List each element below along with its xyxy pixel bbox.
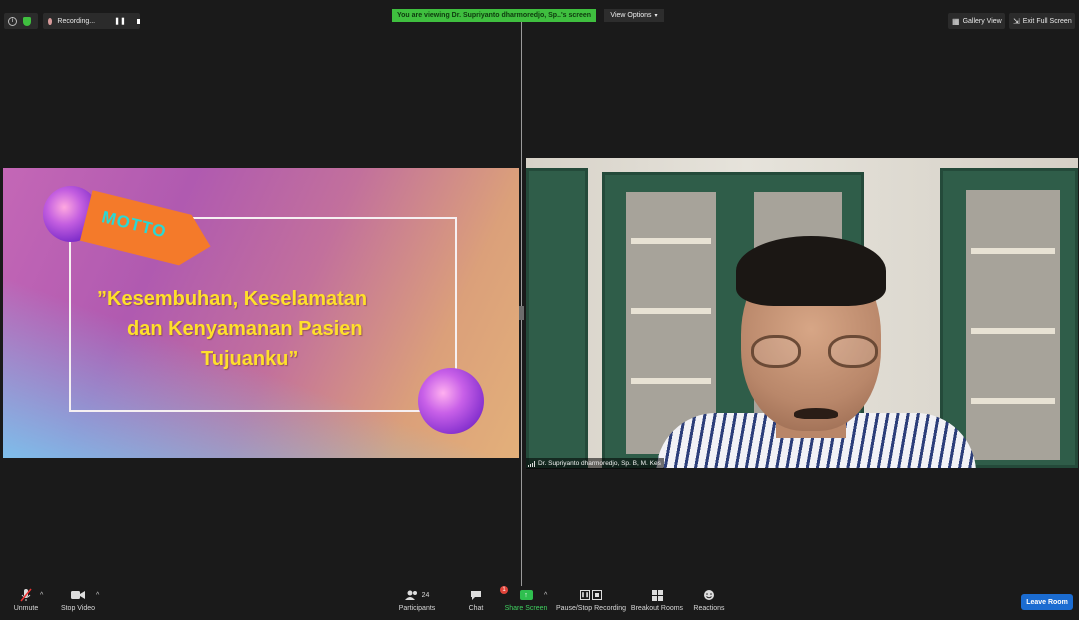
audio-options-chevron-icon[interactable]: ^ [40, 592, 43, 599]
glasses-icon [751, 335, 801, 368]
pause-stop-recording-button[interactable]: ❚❚ Pause/Stop Recording [556, 588, 626, 612]
pause-recording-icon[interactable]: ❚❚ [114, 17, 126, 25]
book-row [971, 248, 1055, 254]
gallery-view-button[interactable]: ▦ Gallery View [948, 13, 1005, 29]
chat-bubble-icon: 1 [470, 586, 508, 602]
recording-label: Recording... [57, 17, 96, 25]
decorative-orb [418, 368, 484, 434]
exit-full-screen-button[interactable]: ⇲ Exit Full Screen [1009, 13, 1075, 29]
participant-hair [736, 236, 886, 306]
view-options-button[interactable]: View Options ▾ [604, 9, 664, 22]
view-options-label: View Options [610, 12, 652, 19]
leave-room-button[interactable]: Leave Room [1021, 594, 1073, 610]
participants-button[interactable]: 24 Participants [387, 588, 447, 612]
video-camera-icon [71, 588, 85, 602]
participant-name-bar: Dr. Supriyanto dharmoredjo, Sp. B, M. Ke… [526, 458, 664, 469]
breakout-rooms-label: Breakout Rooms [630, 605, 684, 612]
signal-strength-icon [528, 460, 535, 467]
meeting-info-group: i [4, 13, 38, 29]
participants-label: Participants [398, 605, 436, 612]
recording-indicator: Recording... ❚❚ [43, 13, 140, 29]
share-screen-label: Share Screen [504, 605, 548, 612]
pause-stop-icon: ❚❚ [580, 588, 602, 602]
unmute-label: Unmute [13, 605, 39, 612]
share-options-chevron-icon[interactable]: ^ [544, 592, 547, 599]
shared-screen-slide: MOTTO ”Kesembuhan, Keselamatan dan Kenya… [3, 168, 519, 458]
bookcase-glass [966, 190, 1060, 460]
viewing-screen-banner: You are viewing Dr. Supriyanto dharmored… [392, 9, 596, 22]
reactions-label: Reactions [693, 605, 725, 612]
exit-full-screen-icon: ⇲ [1013, 16, 1020, 26]
book-row [971, 398, 1055, 404]
divider-handle[interactable] [519, 306, 524, 320]
glasses-icon [828, 335, 878, 368]
quote-line: ”Kesembuhan, Keselamatan [97, 288, 368, 310]
chat-label: Chat [468, 605, 484, 612]
grid-icon: ▦ [952, 16, 960, 26]
chevron-down-icon: ▾ [654, 13, 658, 19]
muted-microphone-icon [20, 588, 32, 602]
pause-stop-recording-label: Pause/Stop Recording [555, 605, 627, 612]
stop-video-label: Stop Video [60, 605, 96, 612]
share-screen-icon: ↑ [519, 588, 533, 602]
recording-dot-icon [48, 17, 53, 25]
quote-line: Tujuanku” [201, 348, 299, 370]
breakout-rooms-icon [651, 588, 663, 602]
stop-recording-icon[interactable] [136, 18, 140, 24]
quote-line: dan Kenyamanan Pasien [127, 318, 363, 340]
participant-video-tile[interactable] [526, 158, 1078, 468]
participants-count: 24 [421, 591, 430, 599]
meeting-top-bar: i Recording... ❚❚ You are viewing Dr. Su… [0, 0, 1079, 38]
shield-icon[interactable] [23, 16, 31, 26]
book-row [631, 308, 711, 314]
smiley-icon [703, 588, 715, 602]
reactions-button[interactable]: Reactions [679, 588, 739, 612]
video-options-chevron-icon[interactable]: ^ [96, 592, 99, 599]
breakout-rooms-button[interactable]: Breakout Rooms [627, 588, 687, 612]
participants-icon: 24 [404, 588, 430, 602]
meeting-controls-toolbar: Unmute ^ Stop Video ^ 24 Participants 1 … [0, 586, 1079, 620]
exit-full-screen-label: Exit Full Screen [1022, 17, 1072, 25]
participant-name: Dr. Supriyanto dharmoredjo, Sp. B, M. Ke… [538, 460, 661, 467]
book-row [631, 378, 711, 384]
bookcase [526, 168, 588, 468]
book-row [971, 328, 1055, 334]
info-icon[interactable]: i [8, 16, 17, 26]
motto-quote: ”Kesembuhan, Keselamatan dan Kenyamanan … [83, 284, 443, 374]
gallery-view-label: Gallery View [962, 17, 1002, 25]
participant-moustache [794, 408, 838, 419]
book-row [631, 238, 711, 244]
